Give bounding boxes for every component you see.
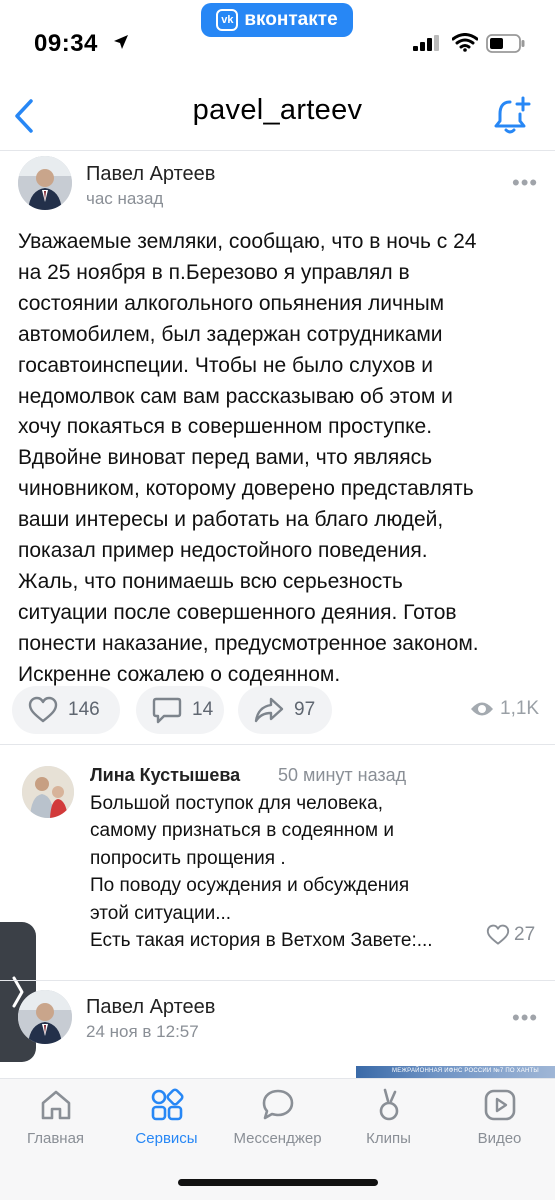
page-title: pavel_arteev xyxy=(192,94,363,126)
like-count: 146 xyxy=(68,699,100,720)
avatar-photo-icon xyxy=(18,156,72,210)
comment-text-line: Большой поступок для человека, xyxy=(90,793,383,814)
heart-icon xyxy=(28,696,58,723)
share-count: 97 xyxy=(294,699,316,720)
comment-bubble-icon xyxy=(152,697,182,724)
views-counter: 1,1K xyxy=(470,698,539,720)
share-arrow-icon xyxy=(254,697,284,723)
view-count: 1,1K xyxy=(500,698,540,719)
comment-text-line: этой ситуации... xyxy=(90,902,232,924)
services-icon xyxy=(151,1088,184,1121)
comment-author-name[interactable]: Лина Кустышева xyxy=(90,765,240,786)
location-arrow-icon xyxy=(114,35,128,49)
comment-button[interactable]: 14 xyxy=(136,686,224,734)
post-more-icon[interactable]: ••• xyxy=(512,172,538,194)
tab-label: Главная xyxy=(26,1130,85,1147)
avatar-photo-icon xyxy=(18,990,72,1044)
post-text-line: ваши интересы и работать на благо людей, xyxy=(18,508,444,532)
video-icon xyxy=(484,1089,515,1121)
wifi-icon xyxy=(452,33,478,52)
tab-label: Сервисы xyxy=(135,1130,198,1147)
share-button[interactable]: 97 xyxy=(238,686,332,734)
commenter-avatar[interactable] xyxy=(22,766,74,818)
post-text-line: ситуации после совершенного деяния. Гото… xyxy=(18,600,457,624)
comment-text-line[interactable]: Есть такая история в Ветхом Завете:... xyxy=(90,927,433,954)
post2-author-name[interactable]: Павел Артеев xyxy=(86,996,215,1019)
post-text-line: Вдвойне виноват перед вами, что являясь xyxy=(18,446,433,470)
post-text-line: состоянии алкогольного опьянения личным xyxy=(18,291,445,315)
post-text-line: понести наказание, предусмотренное закон… xyxy=(18,631,479,655)
post2-more-icon[interactable]: ••• xyxy=(512,1007,538,1029)
comment-text: Большой поступок для человека, самому пр… xyxy=(90,790,433,954)
post2-image-caption: МЕЖРАЙОННАЯ ИФНС РОССИИ №7 ПО ХАНТЫ xyxy=(392,1068,539,1074)
status-time: 09:34 xyxy=(34,30,98,57)
app-return-pill[interactable]: vk вконтакте xyxy=(201,3,353,37)
side-panel-handle[interactable] xyxy=(0,922,36,1062)
heart-icon xyxy=(486,924,510,945)
chevron-right-icon xyxy=(12,976,24,1008)
comment-text-line: попросить прощения . xyxy=(90,847,286,869)
post-author-name[interactable]: Павел Артеев xyxy=(86,163,215,186)
comment-timestamp: 50 минут назад xyxy=(278,765,407,785)
comment-like-count: 27 xyxy=(514,924,536,945)
post-text-line: Уважаемые земляки, сообщаю, что в ночь с… xyxy=(18,230,477,253)
vk-logo-icon: vk xyxy=(216,9,239,31)
comment-divider xyxy=(0,980,555,981)
like-button[interactable]: 146 xyxy=(12,686,120,734)
author-avatar[interactable] xyxy=(18,990,72,1044)
cellular-signal-icon xyxy=(413,35,439,51)
status-bar: 09:34 vk вконтакте xyxy=(0,0,555,80)
tab-label: Мессенджер xyxy=(233,1130,322,1147)
home-icon xyxy=(41,1090,70,1120)
battery-icon xyxy=(486,34,525,53)
comment-like-button[interactable]: 27 xyxy=(486,924,535,946)
post-text-line: автомобилем, был задержан сотрудниками xyxy=(18,322,443,346)
home-indicator xyxy=(178,1179,378,1186)
comment-text-line: По поводу осуждения и обсуждения xyxy=(90,875,410,897)
post-text-line: Жаль, что понимаешь всю серьезность xyxy=(18,569,403,593)
post-text-line: чиновником, которому доверено представля… xyxy=(18,477,474,501)
nav-header: pavel_arteev xyxy=(0,80,555,150)
comment-count: 14 xyxy=(192,699,214,720)
header-divider xyxy=(0,150,555,151)
post-text-line: на 25 ноября в п.Березово я управлял в xyxy=(18,260,410,284)
comment-text-line: самому признаться в содеянном и xyxy=(90,820,394,842)
clips-icon xyxy=(379,1088,398,1121)
post-timestamp: час назад xyxy=(86,189,164,208)
post-text: Уважаемые земляки, сообщаю, что в ночь с… xyxy=(18,227,543,691)
eye-icon xyxy=(471,702,493,716)
avatar-photo-icon xyxy=(22,766,74,818)
post2-timestamp: 24 ноя в 12:57 xyxy=(86,1022,199,1041)
tab-label: Клипы xyxy=(366,1130,411,1147)
messenger-icon xyxy=(262,1089,293,1120)
author-avatar[interactable] xyxy=(18,156,72,210)
notification-bell-add-icon[interactable] xyxy=(492,96,534,136)
post-divider xyxy=(0,744,555,745)
post-text-line: показал пример недостойного поведения. xyxy=(18,539,428,563)
post-text-line: недомолвок сам вам рассказываю об этом и xyxy=(18,384,453,408)
app-pill-label: вконтакте xyxy=(244,9,338,30)
post-text-line: хочу покаяться в совершенном проступке. xyxy=(18,415,433,439)
post-text-line: госавтоинспеции. Чтобы не было слухов и xyxy=(18,353,434,377)
tab-label: Видео xyxy=(477,1130,522,1147)
